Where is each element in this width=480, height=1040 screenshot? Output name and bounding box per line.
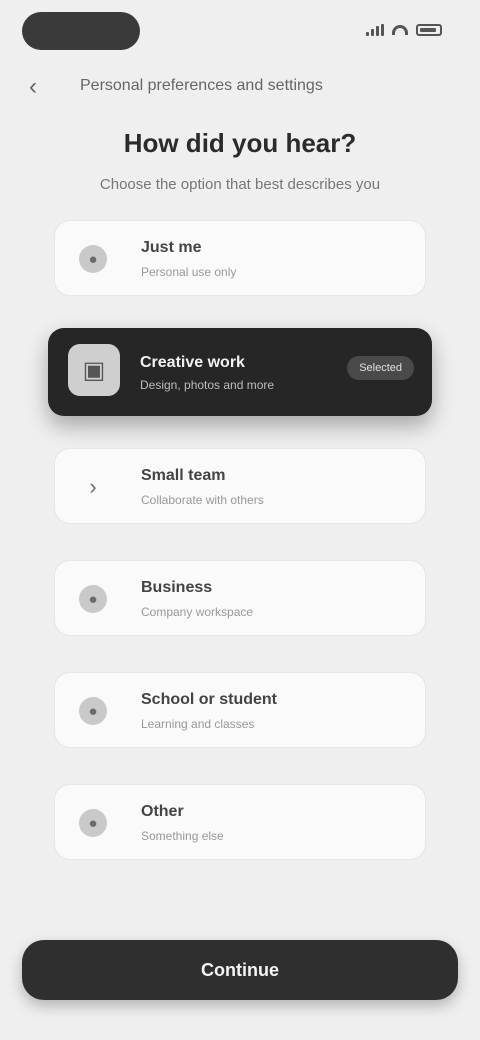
image-icon: ▣: [68, 344, 120, 396]
nav-title: Personal preferences and settings: [80, 77, 323, 94]
option-title: Just me: [141, 239, 202, 256]
person-icon: ●: [79, 245, 107, 273]
option-description: Company workspace: [141, 605, 254, 619]
page-subtitle: Choose the option that best describes yo…: [99, 176, 381, 193]
option-title: Other: [141, 803, 184, 820]
nav-bar: ‹ Personal preferences and settings: [0, 64, 480, 108]
selected-badge: Selected: [347, 356, 414, 380]
option-description: Learning and classes: [141, 717, 255, 731]
option-description: Design, photos and more: [140, 378, 275, 392]
status-icons: [366, 24, 442, 36]
option-description: Personal use only: [141, 265, 237, 279]
option-card-school[interactable]: ● School or student Learning and classes: [54, 672, 426, 748]
option-card-other[interactable]: ● Other Something else: [54, 784, 426, 860]
chevron-left-icon: ‹: [29, 73, 37, 100]
status-bar: [0, 0, 480, 60]
option-title: School or student: [141, 691, 277, 708]
page-title: How did you hear?: [123, 128, 357, 158]
school-icon: ●: [79, 697, 107, 725]
option-card-business[interactable]: ● Business Company workspace: [54, 560, 426, 636]
building-icon: ●: [79, 585, 107, 613]
option-description: Something else: [141, 829, 224, 843]
option-card-just-me[interactable]: ● Just me Personal use only: [54, 220, 426, 296]
dots-icon: ●: [79, 809, 107, 837]
option-title: Business: [141, 579, 213, 596]
back-button[interactable]: ‹: [18, 72, 48, 102]
battery-icon: [416, 24, 442, 36]
option-description: Collaborate with others: [141, 493, 264, 507]
option-card-small-team[interactable]: › Small team Collaborate with others: [54, 448, 426, 524]
chevron-right-icon: ›: [89, 474, 97, 499]
wifi-icon: [392, 25, 408, 35]
option-title: Creative work: [140, 354, 245, 371]
option-title: Small team: [141, 467, 226, 484]
continue-button[interactable]: Continue: [22, 940, 458, 1000]
status-pill: [22, 12, 140, 50]
signal-icon: [366, 24, 384, 36]
option-card-creative-work[interactable]: ▣ Creative work Design, photos and more …: [48, 328, 432, 416]
